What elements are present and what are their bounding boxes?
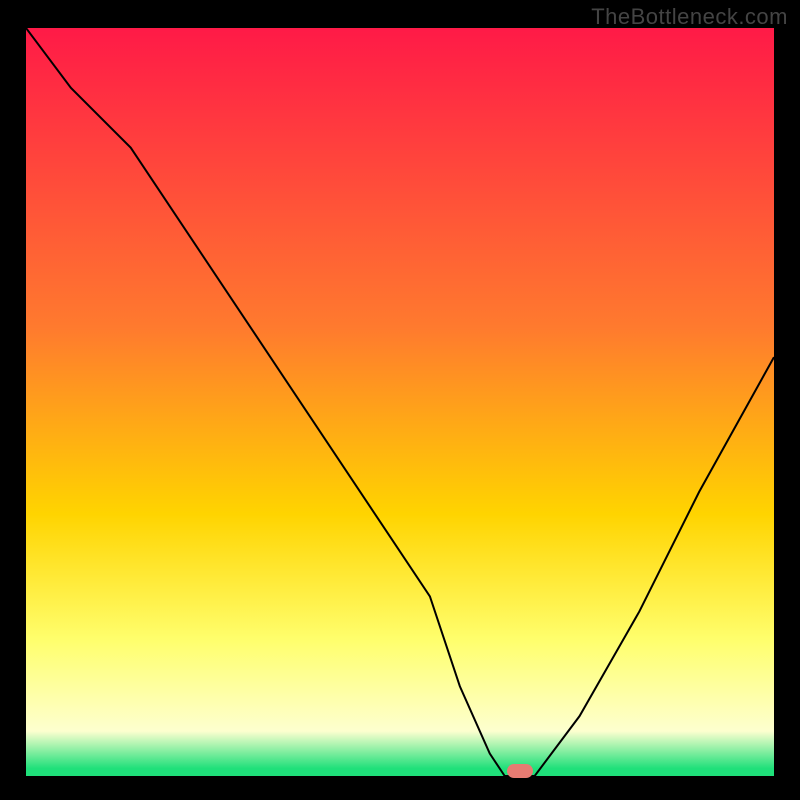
bottleneck-curve [26, 28, 774, 776]
watermark-text: TheBottleneck.com [591, 4, 788, 30]
balance-marker [507, 764, 533, 778]
chart-frame: TheBottleneck.com [0, 0, 800, 800]
plot-area [26, 28, 774, 776]
